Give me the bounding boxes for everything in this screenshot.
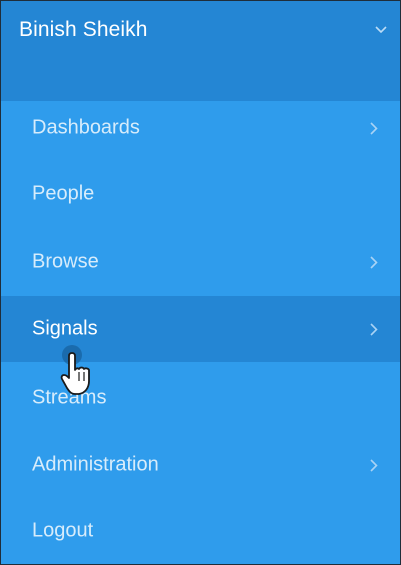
menu-item-label: Logout bbox=[32, 519, 94, 542]
navigation-menu-panel: Binish Sheikh Dashboards People Browse S… bbox=[0, 0, 401, 565]
menu-item-signals[interactable]: Signals bbox=[1, 296, 400, 362]
menu-item-dashboards[interactable]: Dashboards bbox=[1, 95, 400, 161]
menu-item-label: Browse bbox=[32, 250, 99, 273]
menu-item-label: People bbox=[32, 182, 95, 205]
user-name: Binish Sheikh bbox=[19, 18, 148, 41]
menu-item-people[interactable]: People bbox=[1, 161, 400, 227]
menu-item-administration[interactable]: Administration bbox=[1, 432, 400, 498]
menu-item-label: Streams bbox=[32, 386, 107, 409]
menu-item-label: Dashboards bbox=[32, 116, 140, 139]
chevron-down-icon[interactable] bbox=[375, 26, 387, 34]
chevron-right-icon bbox=[370, 323, 378, 336]
chevron-right-icon bbox=[370, 122, 378, 135]
menu-item-browse[interactable]: Browse bbox=[1, 229, 400, 295]
chevron-right-icon bbox=[370, 459, 378, 472]
user-menu-header[interactable]: Binish Sheikh bbox=[1, 1, 400, 101]
chevron-right-icon bbox=[370, 256, 378, 269]
menu-item-label: Signals bbox=[32, 317, 98, 340]
menu-item-logout[interactable]: Logout bbox=[1, 498, 400, 564]
menu-item-label: Administration bbox=[32, 453, 159, 476]
menu-item-streams[interactable]: Streams bbox=[1, 365, 400, 431]
